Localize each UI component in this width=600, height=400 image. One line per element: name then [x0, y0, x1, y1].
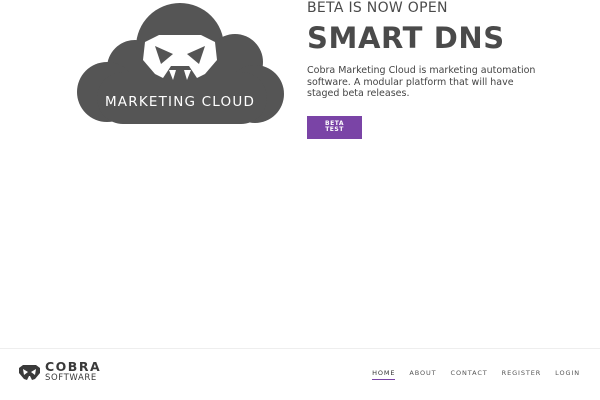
main-nav: HOME ABOUT CONTACT REGISTER LOGIN: [372, 369, 580, 380]
footer-nav-bar: COBRA SOFTWARE HOME ABOUT CONTACT REGIST…: [0, 348, 600, 400]
nav-item-contact[interactable]: CONTACT: [451, 369, 488, 380]
brand-name: COBRA: [45, 359, 102, 374]
brand-subtitle: SOFTWARE: [45, 373, 97, 383]
brand-text: COBRA SOFTWARE: [45, 359, 102, 383]
nav-item-login[interactable]: LOGIN: [555, 369, 580, 380]
hero-headline: SMART DNS: [307, 21, 505, 55]
beta-test-button[interactable]: BETA TEST: [307, 115, 362, 139]
brand-logo[interactable]: COBRA SOFTWARE: [18, 359, 102, 383]
nav-item-register[interactable]: REGISTER: [502, 369, 542, 380]
page: MARKETING CLOUD BETA IS NOW OPEN SMART D…: [0, 0, 600, 400]
hero-kicker: BETA IS NOW OPEN: [307, 0, 448, 16]
cobra-head-icon: [19, 364, 40, 380]
hero-text: BETA IS NOW OPEN SMART DNS Cobra Marketi…: [307, 0, 547, 139]
nav-item-about[interactable]: ABOUT: [409, 369, 436, 380]
nav-item-home[interactable]: HOME: [372, 369, 396, 380]
hero-description: Cobra Marketing Cloud is marketing autom…: [307, 65, 536, 99]
marketing-cloud-logo: MARKETING CLOUD: [77, 3, 284, 124]
marketing-cloud-logo-text: MARKETING CLOUD: [105, 94, 255, 110]
